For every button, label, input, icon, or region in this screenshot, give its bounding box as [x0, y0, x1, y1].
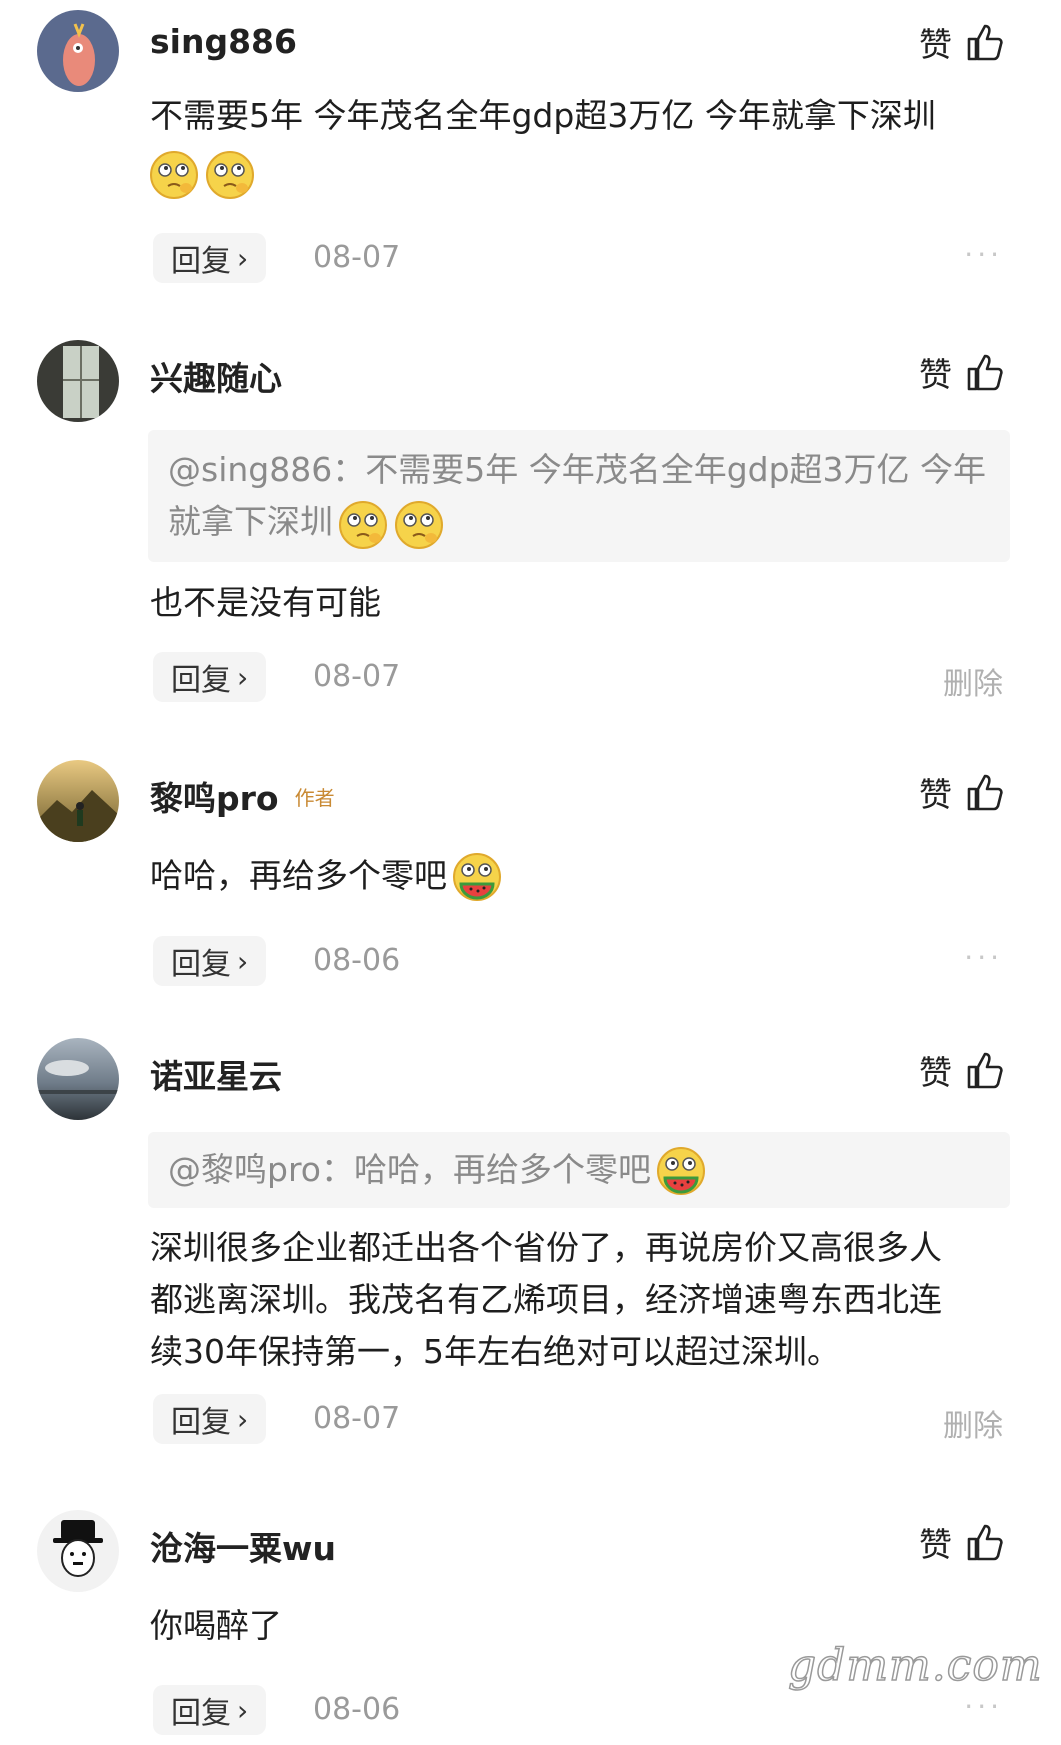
- comment-date: 08-07: [313, 1401, 401, 1436]
- comment-text-line: 都逃离深圳。我茂名有乙烯项目，经济增速粤东西北连: [150, 1280, 942, 1319]
- comment-text-content: 不需要5年 今年茂名全年gdp超3万亿 今年就拿下深圳: [150, 96, 936, 135]
- delete-button[interactable]: 删除: [943, 659, 1003, 703]
- username[interactable]: sing886: [150, 22, 297, 61]
- like-label: 赞: [919, 775, 952, 814]
- like-button[interactable]: 赞: [919, 348, 1004, 396]
- quoted-comment[interactable]: @黎鸣pro：哈哈，再给多个零吧: [148, 1132, 1010, 1208]
- more-options-icon[interactable]: ···: [964, 1690, 1003, 1723]
- username[interactable]: 兴趣随心: [150, 352, 282, 400]
- reply-button[interactable]: 回复 ›: [153, 652, 267, 702]
- thumbs-up-icon[interactable]: [966, 1050, 1004, 1090]
- thumbs-up-icon[interactable]: [966, 772, 1004, 812]
- watermelon-emoji-icon: [655, 1146, 707, 1198]
- thumbs-up-icon[interactable]: [966, 352, 1004, 392]
- chevron-right-icon: ›: [237, 1693, 249, 1727]
- comment-text: 深圳很多企业都迁出各个省份了，再说房价又高很多人 都逃离深圳。我茂名有乙烯项目，…: [150, 1222, 1010, 1378]
- like-label: 赞: [919, 25, 952, 64]
- quoted-text: @sing886：不需要5年 今年茂名全年gdp超3万亿 今年就拿下深圳: [168, 450, 987, 541]
- chevron-right-icon: ›: [237, 1402, 249, 1436]
- chaplin-avatar-icon[interactable]: [37, 1510, 119, 1592]
- like-label: 赞: [919, 355, 952, 394]
- chevron-right-icon: ›: [237, 660, 249, 694]
- username-text: 黎鸣pro: [150, 779, 279, 818]
- like-label: 赞: [919, 1053, 952, 1092]
- like-label: 赞: [919, 1525, 952, 1564]
- username[interactable]: 诺亚星云: [150, 1050, 282, 1098]
- watermelon-emoji-icon: [451, 852, 503, 904]
- bird-avatar-icon[interactable]: [37, 10, 119, 92]
- reply-label: 回复: [171, 1696, 231, 1731]
- thinking-emoji-icon: [393, 498, 445, 550]
- seascape-avatar-icon[interactable]: [37, 1038, 119, 1120]
- mountain-avatar-icon[interactable]: [37, 760, 119, 842]
- site-watermark: gdmm.com: [787, 1639, 1043, 1692]
- like-button[interactable]: 赞: [919, 18, 1004, 66]
- comment-date: 08-07: [313, 240, 401, 275]
- reply-label: 回复: [171, 947, 231, 982]
- thinking-emoji-icon: [204, 148, 256, 200]
- like-button[interactable]: 赞: [919, 1046, 1004, 1094]
- more-options-icon[interactable]: ···: [964, 941, 1003, 974]
- username[interactable]: 沧海一粟wu: [150, 1522, 336, 1570]
- comment-text-content: 哈哈，再给多个零吧: [150, 856, 447, 895]
- reply-button[interactable]: 回复 ›: [153, 1685, 267, 1735]
- comment-text: 哈哈，再给多个零吧: [150, 850, 1010, 904]
- thinking-emoji-icon: [337, 498, 389, 550]
- reply-button[interactable]: 回复 ›: [153, 936, 267, 986]
- chevron-right-icon: ›: [237, 241, 249, 275]
- like-button[interactable]: 赞: [919, 768, 1004, 816]
- quoted-comment[interactable]: @sing886：不需要5年 今年茂名全年gdp超3万亿 今年就拿下深圳: [148, 430, 1010, 562]
- more-options-icon[interactable]: ···: [964, 238, 1003, 271]
- reply-label: 回复: [171, 663, 231, 698]
- window-avatar-icon[interactable]: [37, 340, 119, 422]
- thumbs-up-icon[interactable]: [966, 22, 1004, 62]
- reply-button[interactable]: 回复 ›: [153, 1394, 267, 1444]
- reply-button[interactable]: 回复 ›: [153, 233, 267, 283]
- reply-label: 回复: [171, 244, 231, 279]
- comment-date: 08-07: [313, 659, 401, 694]
- comment-text: 不需要5年 今年茂名全年gdp超3万亿 今年就拿下深圳: [150, 90, 1010, 200]
- delete-button[interactable]: 删除: [943, 1401, 1003, 1445]
- comment-text: 也不是没有可能: [150, 583, 381, 622]
- username[interactable]: 黎鸣pro: [150, 772, 279, 820]
- comment-text-line: 深圳很多企业都迁出各个省份了，再说房价又高很多人: [150, 1228, 942, 1267]
- author-badge: 作者: [294, 786, 335, 810]
- thumbs-up-icon[interactable]: [966, 1522, 1004, 1562]
- chevron-right-icon: ›: [237, 944, 249, 978]
- like-button[interactable]: 赞: [919, 1518, 1004, 1566]
- quoted-text: @黎鸣pro：哈哈，再给多个零吧: [168, 1150, 651, 1189]
- comment-date: 08-06: [313, 1692, 401, 1727]
- thinking-emoji-icon: [148, 148, 200, 200]
- comment-date: 08-06: [313, 943, 401, 978]
- reply-label: 回复: [171, 1405, 231, 1440]
- comment-text-line: 续30年保持第一，5年左右绝对可以超过深圳。: [150, 1332, 840, 1371]
